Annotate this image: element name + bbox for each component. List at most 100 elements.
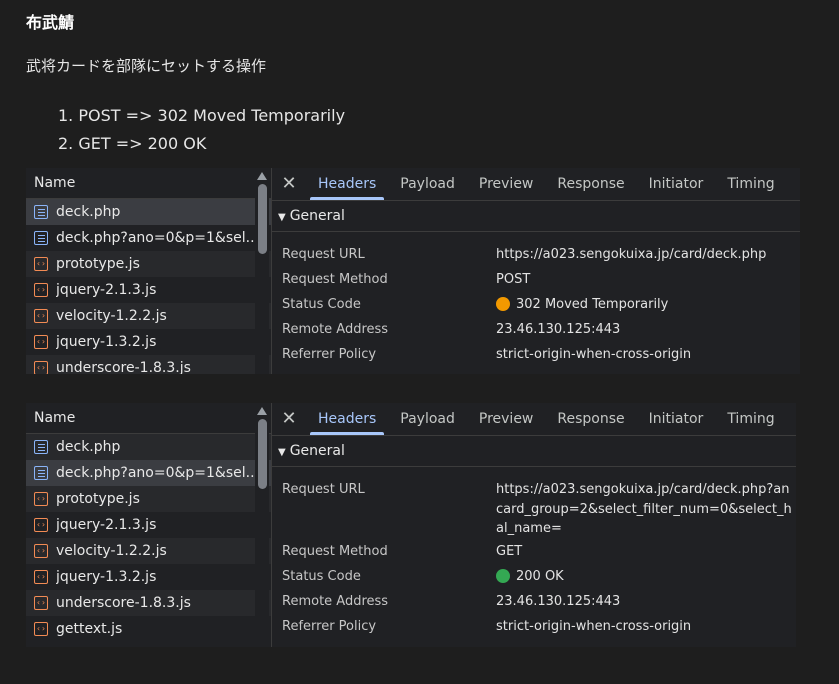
request-row-label: deck.php (56, 204, 121, 220)
tab-preview[interactable]: Preview (467, 403, 546, 435)
step-1: 1. POST => 302 Moved Temporarily (58, 106, 346, 125)
devtools-network-panel-get: Name deck.php deck.php?ano=0&p=1&sel... ‹›… (26, 403, 796, 647)
steps-list: 1. POST => 302 Moved Temporarily 2. GET … (58, 102, 345, 158)
script-icon: ‹› (34, 570, 48, 584)
header-field-key: Request URL (282, 482, 365, 497)
tab-preview[interactable]: Preview (467, 168, 546, 200)
close-icon[interactable]: ✕ (272, 168, 306, 200)
script-icon: ‹› (34, 361, 48, 374)
script-icon: ‹› (34, 518, 48, 532)
header-field-key: Status Code (282, 569, 361, 584)
header-field-key: Request Method (282, 544, 388, 559)
scrollbar-thumb[interactable] (257, 419, 267, 489)
tab-initiator[interactable]: Initiator (637, 168, 716, 200)
tab-payload[interactable]: Payload (388, 403, 467, 435)
header-field-value[interactable]: 23.46.130.125:443 (496, 589, 620, 614)
header-field-row: Referrer Policy strict-origin-when-cross-… (272, 614, 796, 639)
header-field-row: Request URL https://a023.sengokuixa.jp/ca… (272, 477, 796, 539)
request-row-label: deck.php (56, 439, 121, 455)
scroll-up-icon[interactable] (257, 407, 267, 415)
header-field-key: Referrer Policy (282, 619, 377, 634)
script-icon: ‹› (34, 622, 48, 636)
tab-headers[interactable]: Headers (306, 403, 388, 435)
tab-payload[interactable]: Payload (388, 168, 467, 200)
request-row[interactable]: ‹› prototype.js (26, 486, 271, 512)
request-row-label: underscore-1.8.3.js (56, 360, 191, 374)
status-text: 302 Moved Temporarily (516, 297, 669, 312)
name-column-header[interactable]: Name (26, 168, 271, 199)
general-fields: Request URL https://a023.sengokuixa.jp/ca… (272, 232, 800, 367)
request-row[interactable]: ‹› jquery-1.3.2.js (26, 329, 271, 355)
close-icon[interactable]: ✕ (272, 403, 306, 435)
request-row[interactable]: ‹› underscore-1.8.3.js (26, 590, 271, 616)
header-field-key: Referrer Policy (282, 347, 377, 362)
request-row-label: underscore-1.8.3.js (56, 595, 191, 611)
general-fields: Request URL https://a023.sengokuixa.jp/ca… (272, 467, 796, 639)
request-row[interactable]: ‹› gettext.js (26, 616, 271, 642)
header-field-key: Request URL (282, 247, 365, 262)
document-icon (34, 231, 48, 245)
script-icon: ‹› (34, 309, 48, 323)
headers-pane: ✕ Headers Payload Preview Response Initiator… (272, 403, 796, 639)
name-column-header[interactable]: Name (26, 403, 271, 434)
header-field-row: Referrer Policy strict-origin-when-cross-… (272, 342, 800, 367)
devtools-network-panel-post: Name deck.php deck.php?ano=0&p=1&sel... ‹›… (26, 168, 800, 374)
request-row[interactable]: ‹› prototype.js (26, 251, 271, 277)
tab-initiator[interactable]: Initiator (637, 403, 716, 435)
header-field-value[interactable]: 302 Moved Temporarily (496, 292, 668, 317)
header-field-row: Request URL https://a023.sengokuixa.jp/ca… (272, 242, 800, 267)
request-row[interactable]: ‹› velocity-1.2.2.js (26, 303, 271, 329)
request-row[interactable]: ‹› jquery-2.1.3.js (26, 277, 271, 303)
request-row-label: prototype.js (56, 256, 140, 272)
header-field-value[interactable]: https://a023.sengokuixa.jp/card/deck.php (496, 242, 766, 267)
request-row-label: deck.php?ano=0&p=1&sel... (56, 230, 259, 246)
request-row-label: deck.php?ano=0&p=1&sel... (56, 465, 259, 481)
tab-timing[interactable]: Timing (715, 168, 786, 200)
tab-response[interactable]: Response (545, 403, 636, 435)
tab-timing[interactable]: Timing (715, 403, 786, 435)
request-row-label: jquery-1.3.2.js (56, 334, 157, 350)
request-row[interactable]: deck.php?ano=0&p=1&sel... (26, 460, 271, 486)
request-row-label: jquery-2.1.3.js (56, 282, 157, 298)
header-field-row: Status Code 302 Moved Temporarily (272, 292, 800, 317)
request-row[interactable]: deck.php (26, 199, 271, 225)
collapse-triangle-icon: ▼ (278, 212, 286, 223)
scroll-up-icon[interactable] (257, 172, 267, 180)
request-row[interactable]: ‹› jquery-1.3.2.js (26, 564, 271, 590)
header-field-value[interactable]: strict-origin-when-cross-origin (496, 342, 691, 367)
header-field-value[interactable]: 23.46.130.125:443 (496, 317, 620, 342)
request-list-scrollbar[interactable] (255, 403, 269, 647)
request-row[interactable]: ‹› jquery-2.1.3.js (26, 512, 271, 538)
scrollbar-thumb[interactable] (257, 184, 267, 254)
header-field-value[interactable]: https://a023.sengokuixa.jp/card/deck.php… (496, 477, 796, 539)
request-row[interactable]: ‹› velocity-1.2.2.js (26, 538, 271, 564)
request-list-scrollbar[interactable] (255, 168, 269, 374)
step-2: 2. GET => 200 OK (58, 134, 207, 153)
description-text: 武将カードを部隊にセットする操作 (26, 57, 267, 75)
page-heading: 布武鯖 (26, 13, 75, 32)
detail-tabs: ✕ Headers Payload Preview Response Initiator… (272, 403, 796, 436)
request-row[interactable]: deck.php (26, 434, 271, 460)
request-list: Name deck.php deck.php?ano=0&p=1&sel... ‹›… (26, 403, 272, 647)
request-row[interactable]: deck.php?ano=0&p=1&sel... (26, 225, 271, 251)
header-field-value[interactable]: strict-origin-when-cross-origin (496, 614, 691, 639)
general-section-header[interactable]: ▼ General (272, 436, 796, 467)
status-dot-icon (496, 296, 510, 311)
header-field-row: Status Code 200 OK (272, 564, 796, 589)
header-field-value[interactable]: 200 OK (496, 564, 564, 589)
header-field-row: Remote Address 23.46.130.125:443 (272, 589, 796, 614)
request-row[interactable]: ‹› underscore-1.8.3.js (26, 355, 271, 374)
header-field-value[interactable]: POST (496, 267, 530, 292)
script-icon: ‹› (34, 596, 48, 610)
header-field-key: Status Code (282, 297, 361, 312)
status-dot-icon (496, 568, 510, 583)
document-icon (34, 205, 48, 219)
general-section-header[interactable]: ▼ General (272, 201, 800, 232)
tab-headers[interactable]: Headers (306, 168, 388, 200)
header-field-row: Remote Address 23.46.130.125:443 (272, 317, 800, 342)
header-field-value[interactable]: GET (496, 539, 522, 564)
tab-response[interactable]: Response (545, 168, 636, 200)
header-field-key: Remote Address (282, 322, 389, 337)
headers-pane: ✕ Headers Payload Preview Response Initiator… (272, 168, 800, 367)
document-icon (34, 440, 48, 454)
